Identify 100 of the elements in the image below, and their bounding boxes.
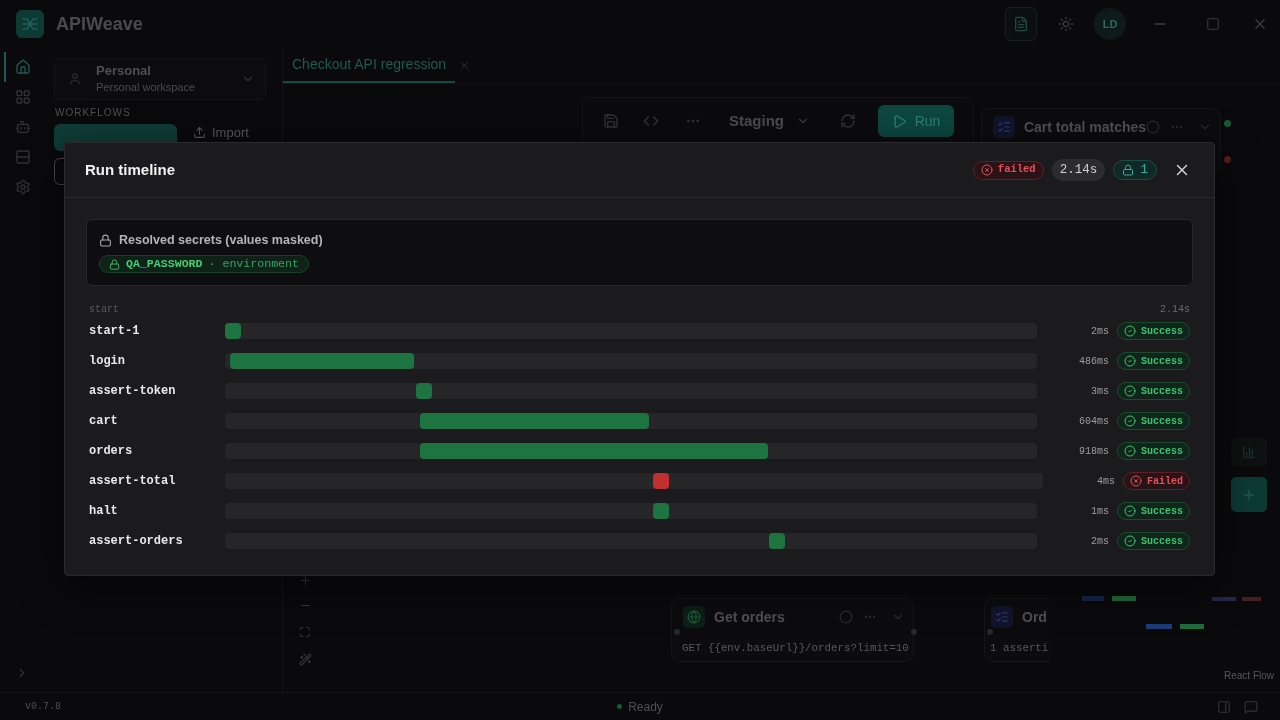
status-text: Ready <box>628 698 663 716</box>
robot-icon <box>15 119 31 135</box>
check-circle-icon <box>1124 505 1136 517</box>
bar-chart-icon <box>1242 445 1256 459</box>
connection-handle[interactable] <box>911 629 917 635</box>
minimap-node <box>1082 596 1104 601</box>
node-detail: GET {{env.baseUrl}}/orders?limit=10 <box>681 641 910 656</box>
tab[interactable]: Checkout API regression <box>283 48 456 83</box>
connection-handle[interactable] <box>674 629 680 635</box>
maximize-icon[interactable] <box>1206 17 1220 31</box>
checklist-icon <box>993 116 1015 138</box>
step-name: cart <box>89 413 119 430</box>
settings-icon <box>15 179 31 195</box>
connection-handle[interactable] <box>987 629 993 635</box>
step-duration: 4ms <box>1095 474 1115 489</box>
step-name: start-1 <box>89 323 141 340</box>
minimap-node <box>1212 597 1236 601</box>
duration-bar <box>652 473 669 489</box>
check-circle-icon <box>1124 385 1136 397</box>
check-circle-icon <box>1124 535 1136 547</box>
checklist-icon <box>991 606 1013 628</box>
workspace-switcher[interactable]: Personal Personal workspace <box>54 58 266 100</box>
attribution-label[interactable]: React Flow <box>1224 668 1274 683</box>
step-name: login <box>89 353 126 370</box>
duration-bar <box>652 503 669 519</box>
duration-bar <box>769 533 785 549</box>
step-name: assert-token <box>89 383 177 400</box>
app-title: APIWeave <box>56 12 143 36</box>
user-icon <box>68 72 82 86</box>
step-name: halt <box>89 503 119 520</box>
status-badge: Success <box>1117 382 1190 400</box>
add-node-button[interactable] <box>1231 477 1267 512</box>
status-badge: Success <box>1117 532 1190 550</box>
rows-icon <box>15 149 31 165</box>
secrets-heading: Resolved secrets (values masked) <box>119 231 323 249</box>
panel-icon[interactable] <box>1217 699 1231 714</box>
status-ring-icon <box>839 610 853 624</box>
run-status-badge: failed <box>972 160 1044 180</box>
x-circle-icon <box>980 164 993 176</box>
chat-icon[interactable] <box>1244 699 1258 714</box>
run-button[interactable]: Run <box>878 105 954 137</box>
chart-button[interactable] <box>1231 438 1267 466</box>
minimap-node <box>1146 624 1172 629</box>
workspace-name: Personal <box>96 63 152 79</box>
timeline-start-label: start <box>89 304 119 316</box>
duration-bar <box>225 323 241 339</box>
step-duration: 2ms <box>1089 534 1109 549</box>
check-circle-icon <box>1124 325 1136 337</box>
section-label: WORKFLOWS <box>55 107 132 119</box>
globe-icon <box>683 606 705 628</box>
step-name: orders <box>89 443 134 460</box>
workflow-node[interactable]: Ord 1 asserti <box>984 598 1050 662</box>
node-title: Ord <box>1022 607 1047 627</box>
step-duration: 1ms <box>1089 504 1109 519</box>
fit-view-icon[interactable] <box>299 626 311 638</box>
step-duration: 918ms <box>1077 444 1109 459</box>
magic-wand-icon[interactable] <box>298 653 312 666</box>
node-detail: 1 asserti <box>989 641 1050 656</box>
sun-icon[interactable] <box>1058 16 1074 32</box>
user-avatar[interactable]: LD <box>1094 8 1126 40</box>
status-badge: Success <box>1117 322 1190 340</box>
duration-badge: 2.14s <box>1051 159 1106 181</box>
lock-icon <box>1122 164 1135 176</box>
status-badge: Success <box>1117 442 1190 460</box>
secrets-count-badge: 1 <box>1113 160 1157 180</box>
check-circle-icon <box>1124 355 1136 367</box>
node-title: Get orders <box>714 607 785 627</box>
lock-icon <box>109 258 120 270</box>
zoom-in-icon[interactable] <box>298 574 312 587</box>
secret-chip: QA_PASSWORD · environment <box>99 255 309 273</box>
timeline-end-label: 2.14s <box>1160 304 1190 316</box>
minimap-node <box>1242 597 1261 601</box>
check-circle-icon <box>1124 415 1136 427</box>
step-duration: 604ms <box>1077 414 1109 429</box>
refresh-icon[interactable] <box>840 113 856 129</box>
save-icon[interactable] <box>603 113 619 129</box>
upload-icon <box>193 126 206 139</box>
step-duration: 3ms <box>1089 384 1109 399</box>
minimap-node <box>1180 624 1204 629</box>
home-icon <box>15 59 31 75</box>
lock-icon <box>99 233 112 247</box>
import-button[interactable]: Import <box>193 125 249 140</box>
document-icon <box>1013 16 1029 32</box>
grid-icon <box>15 89 31 105</box>
step-name: assert-total <box>89 473 177 490</box>
workflow-node[interactable]: Get orders GET {{env.baseUrl}}/orders?limit=10 <box>671 598 914 662</box>
duration-bar <box>415 383 432 399</box>
status-badge: Failed <box>1123 472 1190 490</box>
dialog-title: Run timeline <box>85 159 175 180</box>
x-circle-icon <box>1130 475 1142 487</box>
node-title: Cart total matches <box>1023 117 1147 137</box>
status-badge: Success <box>1117 412 1190 430</box>
check-circle-icon <box>1124 445 1136 457</box>
minimap-node <box>1112 596 1136 601</box>
step-duration: 486ms <box>1077 354 1109 369</box>
workspace-subtitle: Personal workspace <box>96 80 196 95</box>
code-icon[interactable] <box>643 113 659 129</box>
environment-select[interactable]: Staging <box>729 105 810 137</box>
logo-icon <box>16 10 44 38</box>
document-button[interactable] <box>1005 7 1037 41</box>
